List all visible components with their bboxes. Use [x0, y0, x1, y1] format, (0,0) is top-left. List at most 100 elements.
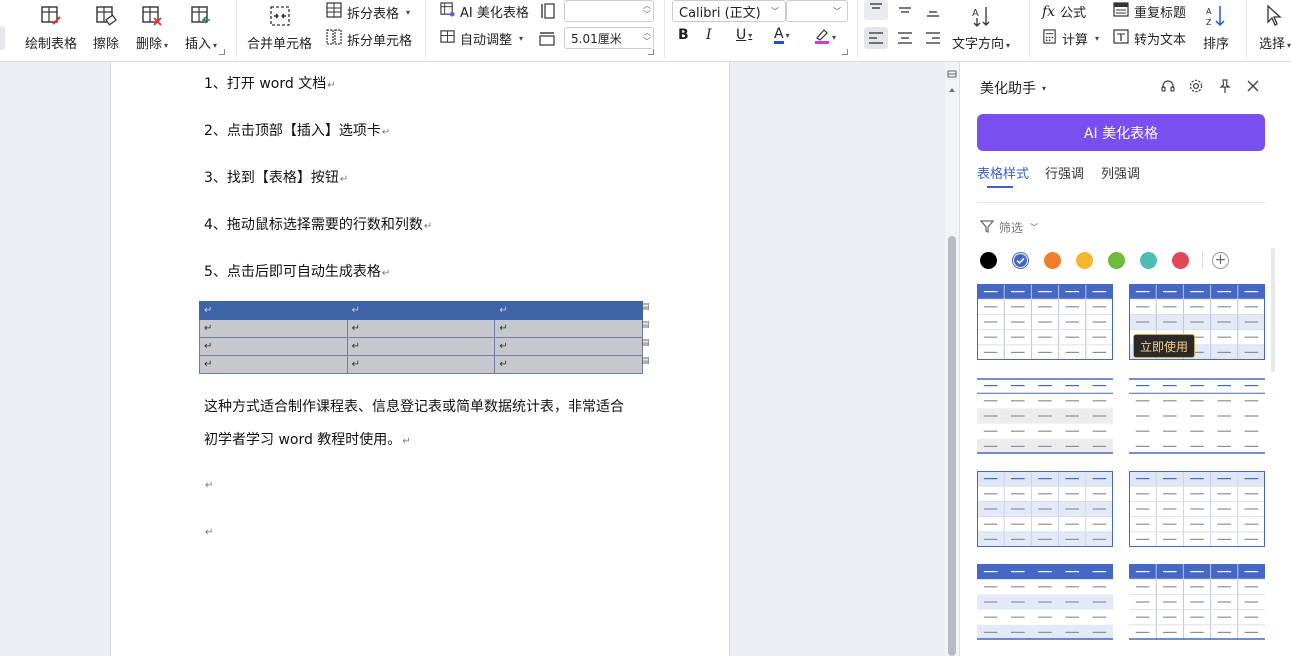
italic-button[interactable]: I [706, 27, 712, 43]
color-swatch[interactable] [980, 252, 997, 269]
chevron-down-icon: ▾ [519, 34, 524, 43]
table-cell[interactable]: ↵ [199, 337, 348, 356]
align-top-button[interactable] [864, 0, 888, 20]
underline-button[interactable]: U ▾ [736, 27, 752, 43]
select-menu-button[interactable]: 选择 ▾ [1259, 2, 1291, 52]
table-cell[interactable]: ↵ [346, 301, 496, 320]
step-line-1[interactable]: 1、打开 word 文档↵ [204, 73, 336, 93]
document-page[interactable]: 1、打开 word 文档↵ 2、点击顶部【插入】选项卡↵ 3、找到【表格】按钮↵… [110, 62, 730, 656]
step-line-5[interactable]: 5、点击后即可自动生成表格↵ [204, 261, 390, 281]
column-width-spinner[interactable]: ︿ ﹀ [643, 28, 651, 46]
text-direction-button[interactable]: A 文字方向 ▾ [952, 2, 1010, 52]
table-cell[interactable]: ↵ [199, 319, 348, 338]
sort-button[interactable]: AZ 排序 [1203, 2, 1229, 52]
panel-title-dropdown[interactable]: 美化助手 ▾ [980, 78, 1046, 98]
table-row: ↵ ↵ ↵ [199, 355, 643, 374]
scrollbar-thumb[interactable] [948, 236, 956, 656]
table-style-option[interactable] [1129, 471, 1265, 547]
bold-button[interactable]: B [678, 27, 689, 43]
document-scrollbar[interactable] [945, 62, 959, 656]
table-style-option[interactable] [977, 564, 1113, 640]
table-cell[interactable]: ↵ [346, 319, 496, 338]
table-cell[interactable]: ↵ [199, 301, 348, 320]
auto-fit-button[interactable]: 自动调整 ▾ [440, 29, 523, 48]
step-line-2[interactable]: 2、点击顶部【插入】选项卡↵ [204, 120, 390, 140]
step-line-3[interactable]: 3、找到【表格】按钮↵ [204, 167, 348, 187]
ai-beautify-table-button[interactable]: AI 美化表格 [440, 2, 529, 21]
pin-icon[interactable] [1215, 76, 1235, 96]
table-cell[interactable]: ↵ [494, 319, 643, 338]
table-cell[interactable]: ↵ [494, 301, 643, 320]
tab-row-emphasis[interactable]: 行强调 [1045, 163, 1084, 182]
description-line-2[interactable]: 初学者学习 word 教程时使用。↵ [204, 429, 411, 449]
table-style-option[interactable] [977, 471, 1113, 547]
font-name-select[interactable]: Calibri (正文) ﹀ [672, 0, 786, 22]
chevron-down-icon: ▾ [1095, 34, 1100, 43]
color-swatch[interactable] [1044, 252, 1061, 269]
convert-to-text-button[interactable]: 转为文本 [1113, 29, 1186, 48]
font-color-button[interactable]: A ▾ [774, 27, 790, 44]
insert-menu-button[interactable]: 插入 ▾ [185, 2, 217, 52]
panel-scrollbar-thumb[interactable] [1271, 248, 1275, 372]
ribbon-divider [1246, 0, 1247, 58]
merge-cells-button[interactable]: 合并单元格 [247, 2, 312, 52]
chevron-down-icon: ﹀ [1030, 223, 1039, 232]
ai-beautify-table-cta[interactable]: AI 美化表格 [977, 114, 1265, 151]
dialog-launcher-icon[interactable] [648, 49, 654, 55]
align-center-button[interactable] [894, 27, 916, 53]
font-size-select[interactable]: ﹀ [786, 0, 848, 22]
align-bottom-button[interactable] [922, 0, 944, 24]
step-text: 1、打开 word 文档 [204, 76, 327, 92]
dialog-launcher-icon[interactable] [842, 49, 848, 55]
headset-support-icon[interactable] [1158, 76, 1178, 96]
split-cells-label: 拆分单元格 [347, 33, 413, 49]
calculate-button[interactable]: 计算 ▾ [1042, 29, 1099, 48]
row-height-input[interactable]: ︿ ﹀ [564, 0, 654, 22]
erase-button[interactable]: 擦除 [93, 2, 119, 52]
align-left-button[interactable] [864, 27, 888, 49]
tab-table-style[interactable]: 表格样式 [977, 163, 1029, 182]
selected-document-table[interactable]: ↵ ↵ ↵ ↵ ↵ ↵ ↵ ↵ ↵ ↵ ↵ ↵ [199, 301, 643, 374]
column-width-input[interactable]: 5.01厘米 ︿ ﹀ [564, 27, 654, 49]
split-cells-button[interactable]: 拆分单元格 [326, 29, 412, 49]
tooltip-label: 立即使用 [1140, 339, 1189, 354]
color-swatch[interactable] [1012, 252, 1029, 269]
tab-column-emphasis[interactable]: 列强调 [1101, 163, 1140, 182]
table-cell[interactable]: ↵ [494, 337, 643, 356]
align-middle-button[interactable] [894, 0, 916, 24]
color-swatch[interactable] [1076, 252, 1093, 269]
align-right-button[interactable] [922, 27, 944, 53]
delete-menu-button[interactable]: 删除 ▾ [136, 2, 168, 52]
apply-now-tooltip[interactable]: 立即使用 [1133, 334, 1196, 358]
color-swatch[interactable] [1108, 252, 1125, 269]
table-cell[interactable]: ↵ [346, 337, 496, 356]
color-swatch[interactable] [1140, 252, 1157, 269]
table-style-option[interactable] [1129, 564, 1265, 640]
table-cell[interactable]: ↵ [346, 355, 496, 374]
empty-paragraph[interactable]: ↵ [204, 523, 213, 539]
filter-dropdown[interactable]: 筛选 ﹀ [979, 219, 1039, 236]
cell-mark: ↵ [204, 305, 213, 316]
draw-table-button[interactable]: 绘制表格 [25, 2, 77, 52]
table-style-option[interactable] [977, 378, 1113, 454]
highlight-button[interactable]: ▾ [814, 27, 836, 48]
split-view-icon[interactable] [947, 70, 957, 96]
table-style-option[interactable] [1129, 378, 1265, 454]
step-line-4[interactable]: 4、拖动鼠标选择需要的行数和列数↵ [204, 214, 432, 234]
table-cell[interactable]: ↵ [199, 355, 348, 374]
table-style-option[interactable] [977, 284, 1113, 360]
row-height-spinner[interactable]: ︿ ﹀ [643, 1, 651, 19]
repeat-header-button[interactable]: 重复标题 [1113, 2, 1186, 21]
close-icon[interactable] [1243, 76, 1263, 96]
ribbon-divider [425, 0, 426, 58]
description-line-1[interactable]: 这种方式适合制作课程表、信息登记表或简单数据统计表，非常适合 [204, 396, 624, 416]
highlighter-icon [814, 27, 830, 48]
gear-icon[interactable] [1186, 76, 1206, 96]
dialog-launcher-icon[interactable] [219, 49, 225, 55]
split-table-button[interactable]: 拆分表格 ▾ [326, 2, 410, 22]
formula-button[interactable]: fx 公式 [1042, 2, 1086, 22]
color-swatch[interactable] [1172, 252, 1189, 269]
add-color-plus-icon[interactable]: + [1212, 252, 1229, 269]
table-cell[interactable]: ↵ [494, 355, 643, 374]
empty-paragraph[interactable]: ↵ [204, 476, 213, 492]
